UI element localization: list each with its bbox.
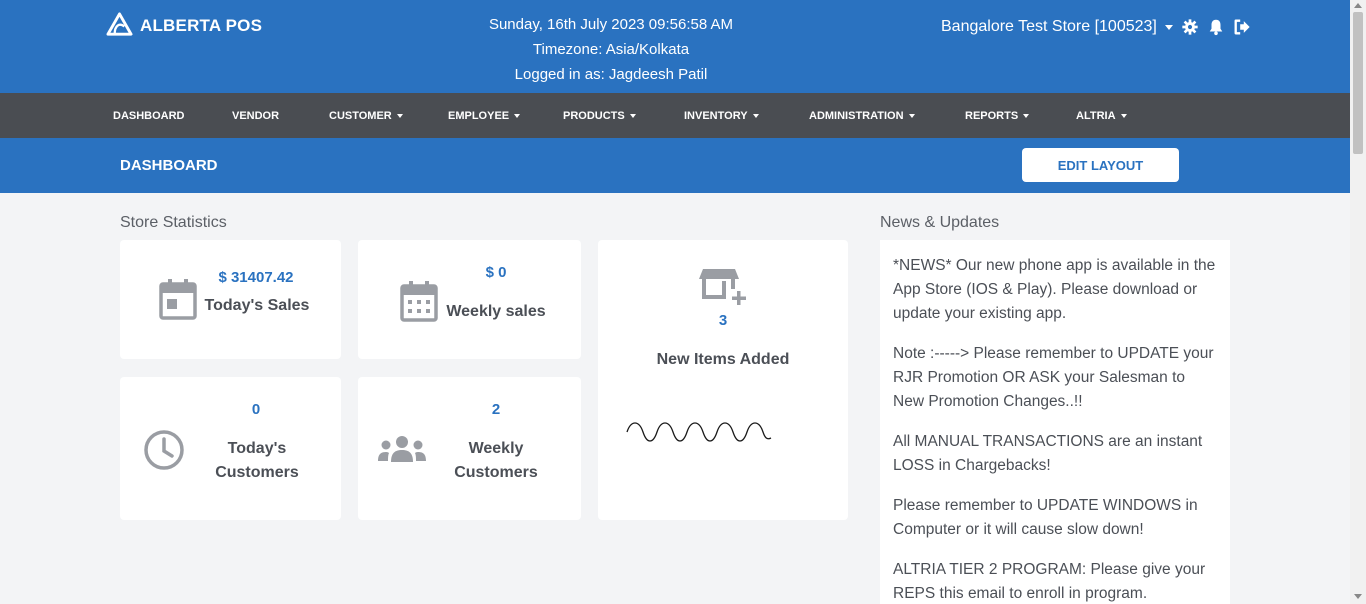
nav-label: ADMINISTRATION — [809, 109, 904, 122]
scroll-up-arrow-icon[interactable] — [1354, 3, 1362, 8]
news-item: Please remember to UPDATE WINDOWS in Com… — [893, 497, 1198, 538]
nav-label: EMPLOYEE — [448, 109, 510, 122]
nav-products[interactable]: PRODUCTS — [563, 93, 636, 138]
todays-sales-value: $ 31407.42 — [218, 269, 294, 286]
label-line: Customers — [454, 464, 538, 481]
nav-dashboard[interactable]: DASHBOARD — [113, 93, 185, 138]
new-items-value: 3 — [718, 312, 728, 329]
chevron-down-icon — [629, 113, 636, 118]
nav-label: INVENTORY — [684, 109, 748, 122]
settings-gear-icon[interactable] — [1181, 18, 1199, 36]
store-selector[interactable]: Bangalore Test Store [100523] — [941, 18, 1173, 36]
nav-label: VENDOR — [232, 109, 280, 122]
todays-customers-label: Today's Customers — [196, 437, 318, 485]
brand-logo-icon — [106, 12, 133, 36]
weekly-customers-label: Weekly Customers — [436, 437, 556, 485]
weekly-sales-value: $ 0 — [485, 264, 507, 281]
logged-in-user: Logged in as: Jagdeesh Patil — [514, 66, 708, 83]
main-nav: DASHBOARD VENDOR CUSTOMER EMPLOYEE PRODU… — [0, 93, 1350, 138]
news-item: Note :-----> Please remember to UPDATE y… — [893, 345, 1214, 410]
calendar-icon — [159, 279, 197, 320]
weekly-customers-value: 2 — [491, 401, 501, 418]
label-line: Today's — [227, 440, 287, 457]
header-info: Sunday, 16th July 2023 09:56:58 AM Timez… — [411, 12, 811, 87]
chevron-down-icon — [1023, 113, 1030, 118]
weekly-customers-card: 2 Weekly Customers — [358, 377, 581, 520]
news-item: *NEWS* Our new phone app is available in… — [893, 257, 1216, 322]
todays-sales-label: Today's Sales — [204, 297, 310, 314]
nav-reports[interactable]: REPORTS — [965, 93, 1030, 138]
news-item: ALTRIA TIER 2 PROGRAM: Please give your … — [893, 561, 1206, 602]
store-selector-area: Bangalore Test Store [100523] — [941, 18, 1251, 36]
chevron-down-icon — [1164, 24, 1173, 30]
label-line: Weekly — [468, 440, 524, 457]
weekly-sales-label: Weekly sales — [446, 303, 546, 320]
nav-customer[interactable]: CUSTOMER — [329, 93, 403, 138]
news-updates-title: News & Updates — [880, 214, 1000, 231]
clock-icon — [144, 430, 184, 470]
brand-name: ALBERTA POS — [140, 15, 263, 35]
users-icon — [378, 436, 426, 462]
nav-inventory[interactable]: INVENTORY — [684, 93, 759, 138]
store-name: Bangalore Test Store [100523] — [941, 18, 1157, 35]
brand-logo[interactable]: ALBERTA POS — [106, 12, 262, 39]
chevron-down-icon — [396, 113, 403, 118]
chevron-down-icon — [752, 113, 759, 118]
weekly-sales-card: $ 0 Weekly sales — [358, 240, 581, 359]
scrollbar-thumb[interactable] — [1353, 12, 1363, 154]
page-header: DASHBOARD EDIT LAYOUT — [0, 138, 1350, 193]
nav-vendor[interactable]: VENDOR — [232, 93, 279, 138]
chevron-down-icon — [514, 113, 521, 118]
chevron-down-icon — [908, 113, 915, 118]
scroll-down-arrow-icon[interactable] — [1354, 594, 1362, 599]
current-datetime: Sunday, 16th July 2023 09:56:58 AM — [488, 16, 734, 33]
top-header: ALBERTA POS Sunday, 16th July 2023 09:56… — [0, 0, 1350, 93]
nav-administration[interactable]: ADMINISTRATION — [809, 93, 915, 138]
loading-squiggle — [626, 422, 772, 442]
store-statistics-title: Store Statistics — [120, 214, 227, 231]
nav-label: PRODUCTS — [563, 109, 625, 122]
nav-label: ALTRIA — [1076, 109, 1116, 122]
nav-label: CUSTOMER — [329, 109, 392, 122]
bell-icon[interactable] — [1207, 18, 1225, 36]
nav-label: DASHBOARD — [113, 109, 185, 122]
nav-label: REPORTS — [965, 109, 1019, 122]
todays-customers-card: 0 Today's Customers — [120, 377, 341, 520]
logout-icon[interactable] — [1233, 18, 1251, 36]
page-scrollbar[interactable] — [1350, 0, 1366, 604]
new-items-card: 3 New Items Added — [598, 240, 848, 520]
store-add-icon — [699, 269, 746, 305]
new-items-label: New Items Added — [656, 351, 790, 368]
news-panel: *NEWS* Our new phone app is available in… — [880, 240, 1230, 604]
label-line: Customers — [215, 464, 299, 481]
nav-altria[interactable]: ALTRIA — [1076, 93, 1127, 138]
timezone-text: Timezone: Asia/Kolkata — [532, 41, 690, 58]
todays-customers-value: 0 — [251, 401, 261, 418]
chevron-down-icon — [1120, 113, 1127, 118]
calendar-alt-icon — [400, 281, 438, 322]
page-title: DASHBOARD — [120, 157, 218, 174]
news-item: All MANUAL TRANSACTIONS are an instant L… — [893, 433, 1203, 474]
edit-layout-button[interactable]: EDIT LAYOUT — [1022, 148, 1179, 182]
nav-employee[interactable]: EMPLOYEE — [448, 93, 521, 138]
todays-sales-card: $ 31407.42 Today's Sales — [120, 240, 341, 359]
